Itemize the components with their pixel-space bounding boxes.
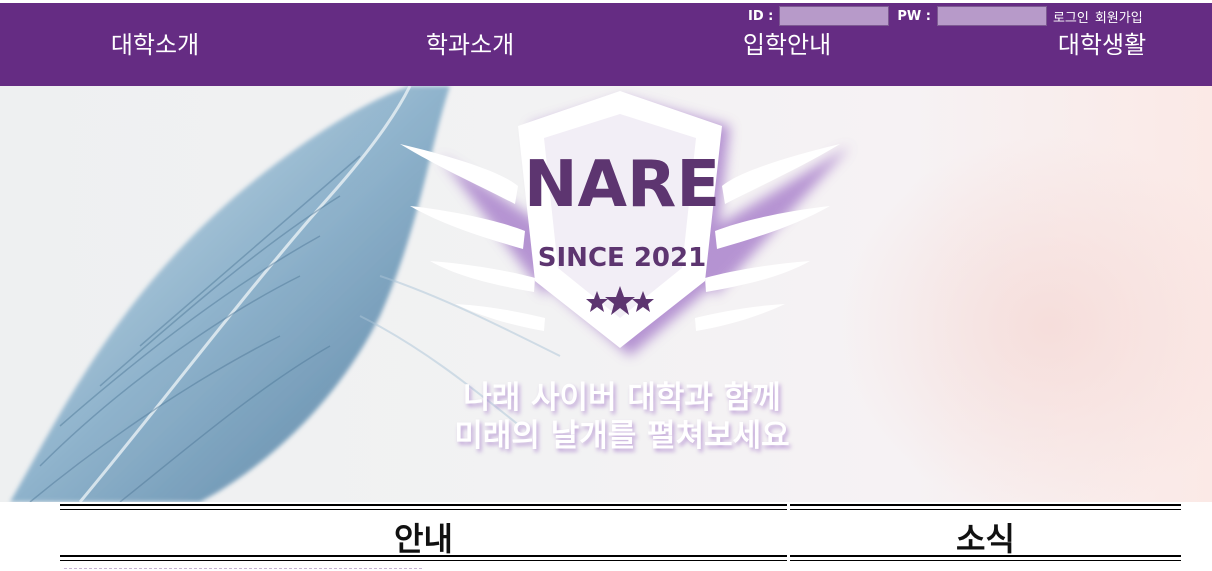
section-top-rule	[790, 504, 1181, 510]
dashed-divider	[64, 568, 422, 569]
nav-item-about[interactable]: 대학소개	[80, 30, 230, 60]
hero-tagline: 나래 사이버 대학과 함께 미래의 날개를 펼쳐보세요 나래 사이버 대학과 함…	[454, 380, 791, 457]
section-bottom-rule	[60, 555, 787, 561]
id-input[interactable]	[779, 6, 890, 26]
id-label: ID :	[748, 8, 774, 24]
feather-background-image: NARE SINCE 2021 나래 사이버 대학과 함께 미래의 날개를 펼쳐…	[10, 86, 1212, 502]
logo-since: SINCE 2021	[538, 243, 706, 273]
section-title-notice: 안내	[394, 520, 453, 558]
tagline-line1: 나래 사이버 대학과 함께	[463, 380, 781, 416]
section-top-rule	[60, 504, 787, 510]
login-bar: ID : PW : 로그인 회원가입	[740, 5, 1143, 27]
section-notice: 안내	[60, 502, 787, 561]
section-title-news: 소식	[956, 520, 1015, 558]
tagline-line2: 미래의 날개를 펼쳐보세요	[454, 418, 789, 454]
pw-label: PW :	[897, 8, 931, 24]
header-bar: ID : PW : 로그인 회원가입 대학소개 학과소개 입학안내 대학생활	[0, 0, 1212, 86]
login-link[interactable]: 로그인	[1053, 7, 1089, 26]
nav-item-admissions[interactable]: 입학안내	[712, 30, 862, 60]
signup-link[interactable]: 회원가입	[1095, 7, 1143, 26]
hero-banner: NARE SINCE 2021 나래 사이버 대학과 함께 미래의 날개를 펼쳐…	[0, 86, 1212, 502]
section-news: 소식	[790, 502, 1181, 561]
nav-item-campus-life[interactable]: 대학생활	[1027, 30, 1177, 60]
pw-input[interactable]	[936, 6, 1047, 26]
section-bottom-rule	[790, 555, 1181, 561]
logo-title: NARE	[524, 148, 720, 222]
nav-item-departments[interactable]: 학과소개	[395, 30, 545, 60]
